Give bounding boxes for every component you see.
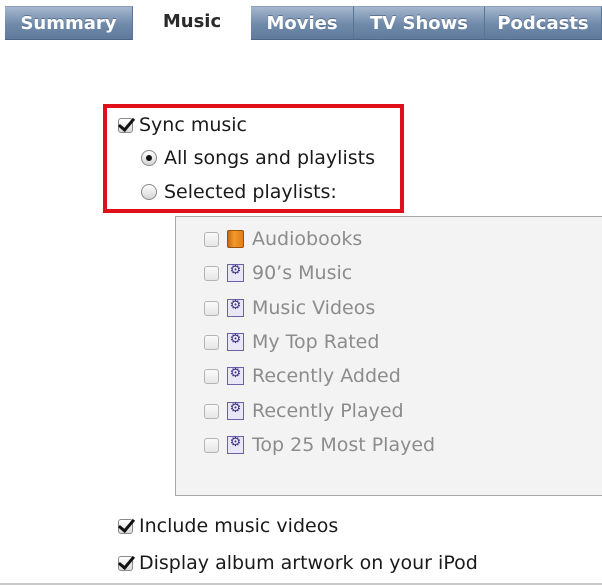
display-artwork-checkbox[interactable] bbox=[118, 555, 133, 571]
playlist-label: Music Videos bbox=[252, 297, 376, 319]
playlist-list[interactable]: Audiobooks 90’s Music Music Videos My To… bbox=[175, 216, 602, 496]
selected-playlists-radio[interactable] bbox=[141, 184, 157, 200]
list-item[interactable]: Recently Played bbox=[204, 400, 404, 422]
tab-summary[interactable]: Summary bbox=[5, 6, 133, 40]
tab-bar: Summary Music Movies TV Shows Podcasts bbox=[0, 5, 602, 42]
all-songs-option[interactable]: All songs and playlists bbox=[141, 147, 375, 169]
smart-playlist-icon bbox=[227, 263, 244, 282]
list-item[interactable]: Music Videos bbox=[204, 297, 375, 319]
tab-podcasts[interactable]: Podcasts bbox=[485, 6, 602, 40]
playlist-checkbox[interactable] bbox=[204, 403, 219, 419]
smart-playlist-icon bbox=[227, 435, 244, 454]
sync-music-option[interactable]: Sync music bbox=[118, 114, 247, 136]
playlist-label: Recently Played bbox=[252, 400, 404, 422]
playlist-checkbox[interactable] bbox=[204, 265, 219, 281]
playlist-label: Recently Added bbox=[252, 365, 401, 387]
list-item[interactable]: 90’s Music bbox=[204, 262, 352, 284]
list-item[interactable]: Top 25 Most Played bbox=[204, 434, 435, 456]
sync-music-label: Sync music bbox=[139, 114, 248, 136]
list-item[interactable]: Recently Added bbox=[204, 365, 401, 387]
playlist-checkbox[interactable] bbox=[204, 437, 219, 453]
list-item[interactable]: Audiobooks bbox=[204, 228, 362, 250]
sync-music-checkbox[interactable] bbox=[118, 117, 133, 133]
all-songs-label: All songs and playlists bbox=[164, 147, 375, 169]
smart-playlist-icon bbox=[227, 366, 244, 385]
selected-playlists-option[interactable]: Selected playlists: bbox=[141, 181, 337, 203]
tab-movies[interactable]: Movies bbox=[251, 6, 354, 40]
playlist-label: Audiobooks bbox=[252, 228, 363, 250]
playlist-checkbox[interactable] bbox=[204, 300, 219, 316]
include-music-videos-checkbox[interactable] bbox=[118, 518, 133, 534]
playlist-checkbox[interactable] bbox=[204, 368, 219, 384]
smart-playlist-icon bbox=[227, 401, 244, 420]
smart-playlist-icon bbox=[227, 332, 244, 351]
tab-tv-shows[interactable]: TV Shows bbox=[354, 6, 485, 40]
playlist-label: Top 25 Most Played bbox=[252, 434, 436, 456]
list-item[interactable]: My Top Rated bbox=[204, 331, 379, 353]
display-artwork-label: Display album artwork on your iPod bbox=[139, 552, 478, 574]
playlist-label: My Top Rated bbox=[252, 331, 380, 353]
include-music-videos-label: Include music videos bbox=[139, 515, 339, 537]
playlist-checkbox[interactable] bbox=[204, 334, 219, 350]
display-artwork-option[interactable]: Display album artwork on your iPod bbox=[118, 552, 478, 574]
audiobook-icon bbox=[227, 230, 244, 248]
all-songs-radio[interactable] bbox=[141, 150, 157, 166]
include-music-videos-option[interactable]: Include music videos bbox=[118, 515, 338, 537]
smart-playlist-icon bbox=[227, 298, 244, 317]
playlist-label: 90’s Music bbox=[252, 262, 353, 284]
tab-music[interactable]: Music bbox=[133, 5, 251, 41]
playlist-checkbox[interactable] bbox=[204, 231, 219, 247]
selected-playlists-label: Selected playlists: bbox=[164, 181, 337, 203]
